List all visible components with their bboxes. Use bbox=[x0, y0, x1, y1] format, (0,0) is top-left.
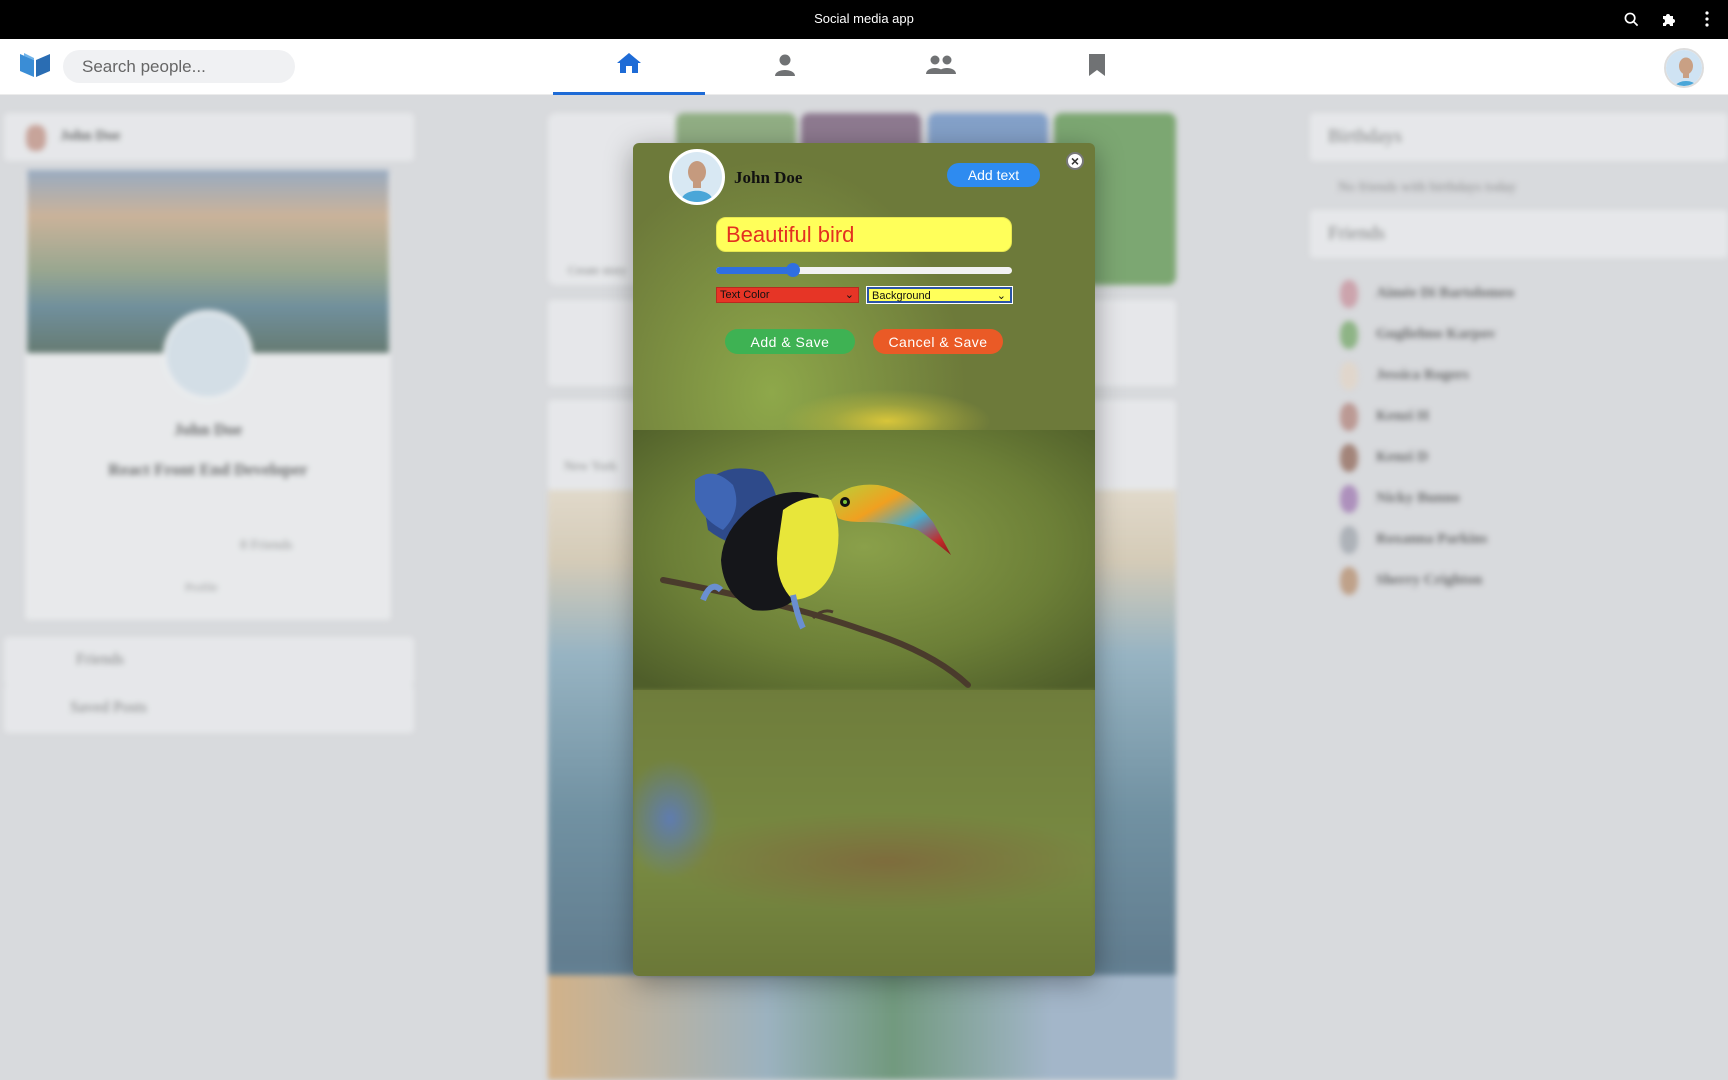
slider-thumb[interactable] bbox=[785, 263, 800, 277]
font-size-slider[interactable] bbox=[716, 263, 1012, 277]
slider-fill bbox=[716, 267, 793, 274]
window-title: Social media app bbox=[814, 11, 914, 26]
text-color-select[interactable]: Text Color ⌄ bbox=[716, 287, 859, 303]
tab-home[interactable] bbox=[553, 39, 705, 95]
story-editor-modal: John Doe Add text × Text Color ⌄ Backgro… bbox=[633, 143, 1095, 976]
top-navbar bbox=[0, 39, 1728, 95]
search-icon[interactable] bbox=[1622, 9, 1640, 29]
tab-profile[interactable] bbox=[709, 39, 861, 95]
more-vertical-icon[interactable] bbox=[1698, 9, 1716, 29]
chevron-down-icon: ⌄ bbox=[996, 290, 1006, 302]
user-icon bbox=[774, 53, 796, 82]
app-logo-icon[interactable] bbox=[18, 51, 52, 79]
story-image bbox=[633, 430, 1095, 690]
story-background-blur bbox=[633, 690, 1095, 976]
tab-friends[interactable] bbox=[865, 39, 1017, 95]
modal-user-name: John Doe bbox=[734, 168, 803, 187]
cancel-and-save-button[interactable]: Cancel & Save bbox=[873, 329, 1003, 354]
text-color-select-value: Text Color bbox=[720, 289, 770, 301]
close-icon[interactable]: × bbox=[1066, 152, 1084, 170]
modal-user-avatar bbox=[669, 149, 725, 205]
window-titlebar: Social media app bbox=[0, 0, 1728, 39]
puzzle-extension-icon[interactable] bbox=[1660, 9, 1678, 29]
add-and-save-button[interactable]: Add & Save bbox=[725, 329, 855, 354]
background-select-value: Background bbox=[872, 290, 931, 302]
search-input[interactable] bbox=[63, 50, 295, 83]
add-text-button[interactable]: Add text bbox=[947, 163, 1040, 187]
users-icon bbox=[925, 54, 957, 81]
chevron-down-icon: ⌄ bbox=[844, 289, 854, 301]
tab-saved[interactable] bbox=[1021, 39, 1173, 95]
home-icon bbox=[615, 51, 643, 80]
background-select[interactable]: Background ⌄ bbox=[867, 287, 1012, 303]
story-text-input[interactable] bbox=[716, 217, 1012, 252]
bookmark-icon bbox=[1088, 53, 1106, 82]
user-avatar[interactable] bbox=[1664, 48, 1704, 88]
